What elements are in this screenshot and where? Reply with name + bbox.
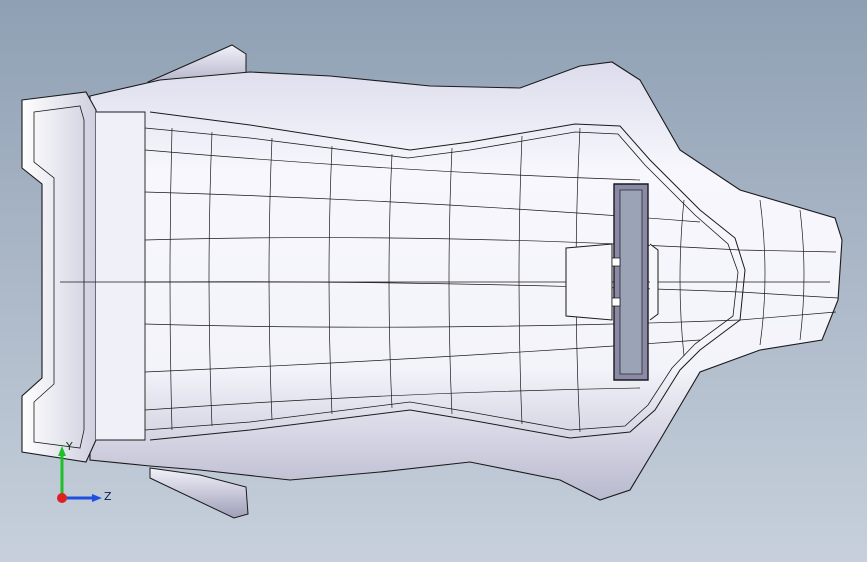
seat-model[interactable] [0, 0, 867, 562]
x-axis-origin [57, 493, 67, 503]
coordinate-triad: Y Z [57, 440, 112, 503]
bottom-mount-bracket [149, 467, 249, 519]
z-axis-label: Z [104, 490, 112, 503]
front-frame [21, 91, 97, 463]
cad-graphics-viewport[interactable]: Y Z [0, 0, 867, 562]
y-axis-label: Y [65, 440, 73, 453]
